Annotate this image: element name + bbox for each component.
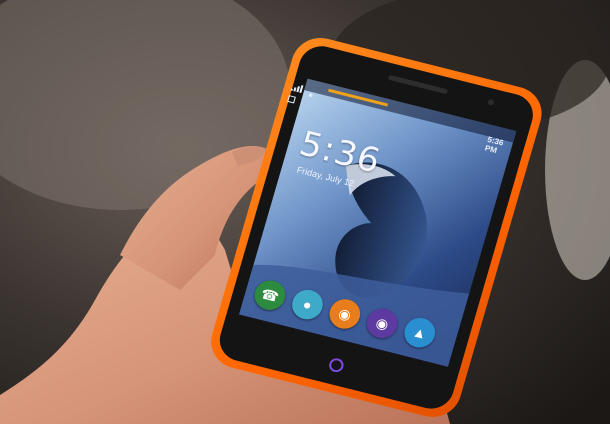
status-time: 5:36 PM — [483, 135, 505, 156]
battery-icon — [287, 95, 296, 104]
marketplace-app-icon[interactable]: ▲ — [400, 314, 439, 351]
signal-icon — [290, 84, 304, 94]
browser-app-icon[interactable]: ◉ — [325, 296, 364, 332]
phone-app-icon[interactable]: ☎ — [251, 277, 289, 314]
camera-app-icon[interactable]: ◉ — [363, 305, 402, 342]
notification-icon[interactable]: ● — [307, 90, 314, 100]
messages-app-icon[interactable]: ● — [288, 286, 327, 323]
